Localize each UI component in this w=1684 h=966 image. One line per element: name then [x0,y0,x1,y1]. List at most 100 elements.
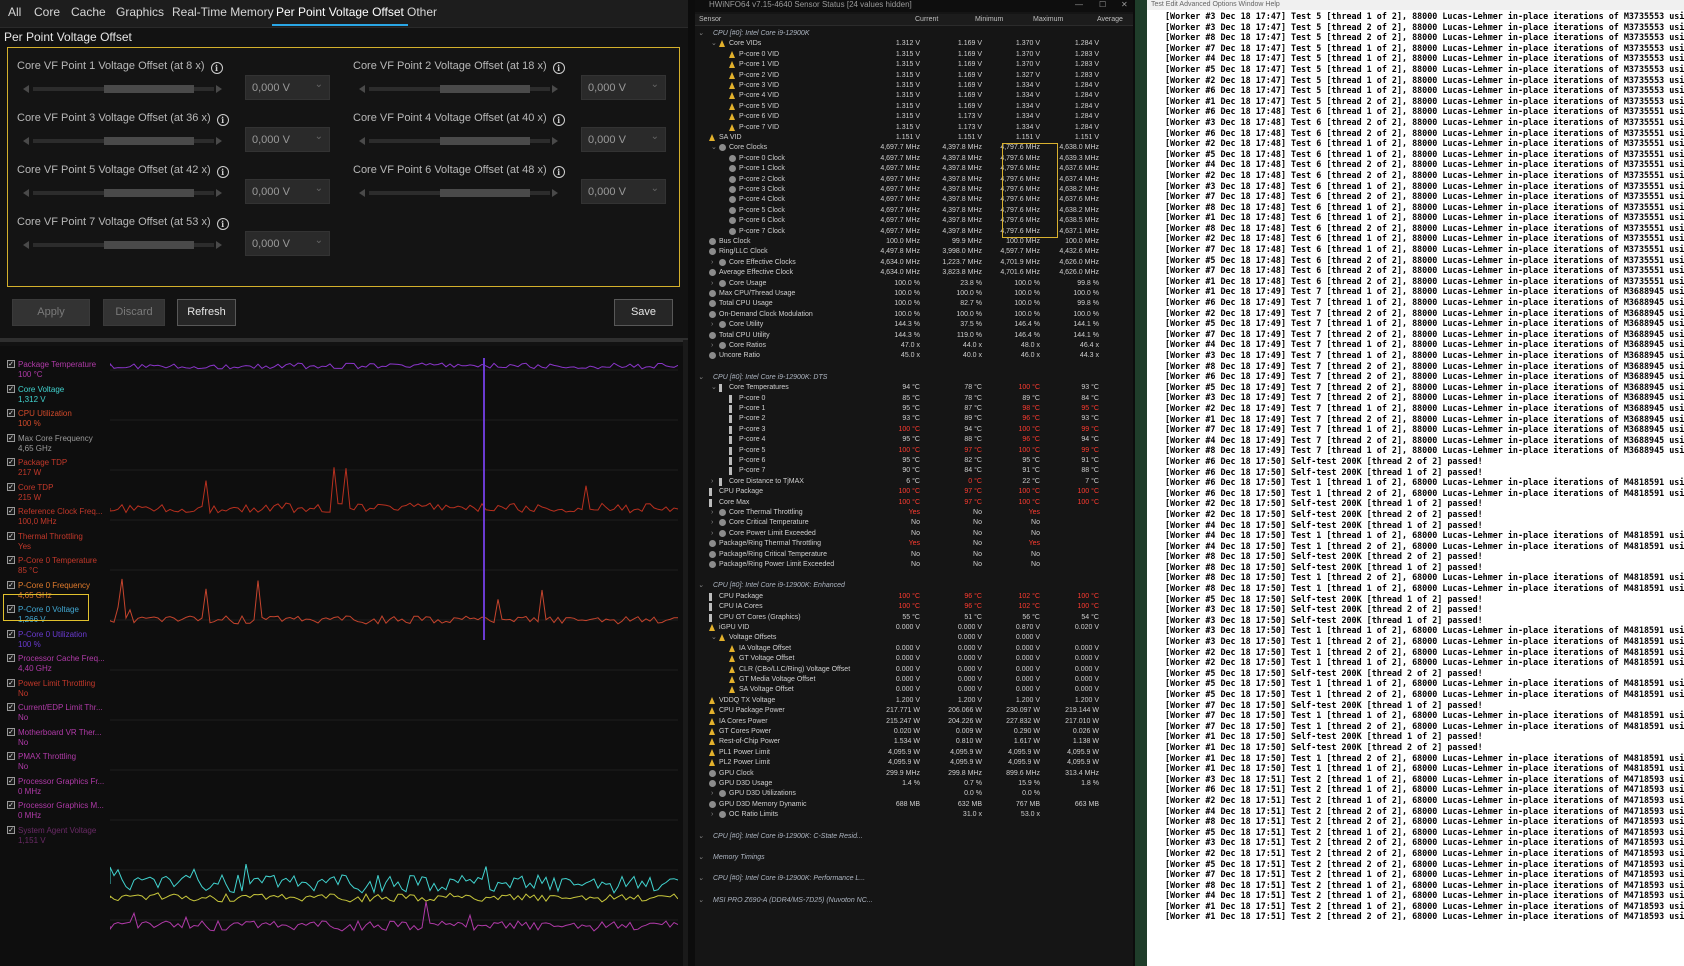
sensor-row[interactable]: SA VID 1.151 V 1.151 V 1.151 V 1.151 V [695,132,1133,143]
column-maximum[interactable]: Maximum [1033,16,1063,23]
sensor-row[interactable]: P-core 0 VID 1.315 V 1.169 V 1.370 V 1.283 V [695,49,1133,60]
chevron-down-icon[interactable]: ⌄ [711,142,717,153]
sensor-row[interactable]: P-core 0 85 °C 78 °C 89 °C 84 °C [695,393,1133,404]
info-icon[interactable]: i [552,166,565,178]
chevron-right-icon[interactable]: › [711,788,713,799]
sensor-group[interactable]: ⌄ CPU [#0]: Intel Core i9-12900K: DTS [695,372,1133,383]
sensor-row[interactable]: P-core 5 VID 1.315 V 1.169 V 1.334 V 1.284 V [695,101,1133,112]
sensor-row[interactable]: SA Voltage Offset 0.000 V 0.000 V 0.000 V 0.… [695,684,1133,695]
sensor-row[interactable]: P-core 5 100 °C 97 °C 100 °C 99 °C [695,445,1133,456]
checkbox[interactable]: ✓ [7,703,15,711]
chevron-down-icon[interactable]: ⌄ [711,38,717,49]
chevron-down-icon[interactable]: ⌄ [698,831,704,842]
apply-button[interactable]: Apply [12,299,90,326]
vf-point-4-slider[interactable] [353,136,558,146]
vf-point-4-value[interactable]: 0,000 V [581,127,666,152]
sensor-row[interactable]: P-core 7 VID 1.315 V 1.173 V 1.334 V 1.284 V [695,122,1133,133]
column-average[interactable]: Average [1097,16,1123,23]
sensor-row[interactable]: On-Demand Clock Modulation 100.0 % 100.0 %… [695,309,1133,320]
sensor-row[interactable]: Total CPU Usage 100.0 % 82.7 % 100.0 % 99.8 … [695,298,1133,309]
sensor-row[interactable]: P-core 6 95 °C 82 °C 95 °C 91 °C [695,455,1133,466]
scrollbar[interactable] [683,340,688,966]
checkbox[interactable]: ✓ [7,752,15,760]
save-button[interactable]: Save [614,299,673,326]
sensor-row[interactable]: Max CPU/Thread Usage 100.0 % 100.0 % 100.0 … [695,288,1133,299]
sensor-group[interactable]: ⌄ CPU [#0]: Intel Core i9-12900K: Perform… [695,873,1133,884]
checkbox[interactable]: ✓ [7,531,15,540]
chevron-down-icon[interactable]: ⌄ [698,852,704,863]
chevron-right-icon[interactable]: › [711,476,713,487]
sensor-row[interactable]: P-core 6 VID 1.315 V 1.173 V 1.334 V 1.284 V [695,111,1133,122]
vf-point-6-value[interactable]: 0,000 V [581,179,666,204]
vf-point-5-value[interactable]: 0,000 V [245,179,330,204]
sensor-row[interactable]: › Core Thermal Throttling Yes No Yes [695,507,1133,518]
tab-cache[interactable]: Cache [71,5,106,19]
sensor-row[interactable]: CPU Package 100 °C 97 °C 100 °C 100 °C [695,486,1133,497]
chevron-right-icon[interactable]: › [711,528,713,539]
sensor-row[interactable]: CPU IA Cores 100 °C 96 °C 102 °C 100 °C [695,601,1133,612]
sensor-row[interactable]: CLR (CBo/LLC/Ring) Voltage Offset 0.000 V… [695,664,1133,675]
sensor-row[interactable]: › Core Usage 100.0 % 23.8 % 100.0 % 99.8 % [695,278,1133,289]
sensor-row[interactable]: › Core Effective Clocks 4,634.0 MHz 1,223.7… [695,257,1133,268]
vf-point-2-value[interactable]: 0,000 V [581,75,666,100]
checkbox[interactable]: ✓ [7,384,15,393]
sensor-row[interactable]: P-core 1 VID 1.315 V 1.169 V 1.370 V 1.283 V [695,59,1133,70]
chevron-down-icon[interactable]: ⌄ [698,372,704,383]
sensor-row[interactable]: CPU GT Cores (Graphics) 55 °C 51 °C 56 °C 54… [695,612,1133,623]
sensor-row[interactable]: IA Voltage Offset 0.000 V 0.000 V 0.000 V 0.… [695,643,1133,654]
sensor-row[interactable]: Rest-of-Chip Power 1.534 W 0.810 W 1.617 W 1… [695,736,1133,747]
sensor-row[interactable]: › Core Ratios 47.0 x 44.0 x 48.0 x 46.4 x [695,340,1133,351]
sensor-row[interactable]: Package/Ring Thermal Throttling Yes No Yes [695,538,1133,549]
sensor-row[interactable]: P-core 3 VID 1.315 V 1.169 V 1.334 V 1.284 V [695,80,1133,91]
vf-point-7-slider[interactable] [17,240,222,250]
checkbox[interactable]: ✓ [7,678,15,687]
sensor-row[interactable]: P-core 2 VID 1.315 V 1.169 V 1.327 V 1.283 V [695,70,1133,81]
chevron-right-icon[interactable]: › [711,257,713,268]
sensor-row[interactable]: P-core 3 100 °C 94 °C 100 °C 99 °C [695,424,1133,435]
sensor-row[interactable]: P-core 4 95 °C 88 °C 96 °C 94 °C [695,434,1133,445]
sensor-group[interactable]: ⌄ MSI PRO Z690-A (DDR4/MS-7D25) (Nuvoton … [695,895,1133,906]
checkbox[interactable]: ✓ [7,801,15,809]
info-icon[interactable]: i [210,62,223,74]
sensor-row[interactable]: P-core 1 Clock 4,697.7 MHz 4,397.8 MHz 4,79… [695,163,1133,174]
sensor-row[interactable]: iGPU VID 0.000 V 0.000 V 0.870 V 0.020 V [695,622,1133,633]
sensor-group[interactable]: ⌄ CPU [#0]: Intel Core i9-12900K [695,28,1133,39]
chevron-down-icon[interactable]: ⌄ [711,632,717,643]
sensor-row[interactable]: GT Media Voltage Offset 0.000 V 0.000 V 0.0… [695,674,1133,685]
column-minimum[interactable]: Minimum [975,16,1003,23]
checkbox[interactable]: ✓ [7,776,15,785]
tab-all[interactable]: All [8,5,21,19]
tab-graphics[interactable]: Graphics [116,5,164,19]
tab-per-point-voltage-offset[interactable]: Per Point Voltage Offset [272,5,408,26]
chevron-down-icon[interactable]: ⌄ [698,580,704,591]
sensor-row[interactable]: P-core 7 Clock 4,697.7 MHz 4,397.8 MHz 4,79… [695,226,1133,237]
chevron-right-icon[interactable]: › [711,517,713,528]
sensor-row[interactable]: ⌄ Core VIDs 1.312 V 1.169 V 1.370 V 1.284 V [695,38,1133,49]
sensor-row[interactable]: PL1 Power Limit 4,095.9 W 4,095.9 W 4,095.9… [695,747,1133,758]
info-icon[interactable]: i [216,166,229,178]
column-current[interactable]: Current [915,16,938,23]
sensor-row[interactable]: ⌄ Core Temperatures 94 °C 78 °C 100 °C 93 °C [695,382,1133,393]
chevron-right-icon[interactable]: › [711,319,713,330]
prime95-menu-bar[interactable]: Test Edit Advanced Options Window Help [1147,0,1684,10]
checkbox[interactable]: ✓ [7,482,15,491]
checkbox[interactable]: ✓ [7,629,15,638]
close-icon[interactable]: ✕ [1121,0,1128,10]
sensor-row[interactable]: Ring/LLC Clock 4,497.8 MHz 3,998.0 MHz 4,59… [695,246,1133,257]
vf-point-1-slider[interactable] [17,84,222,94]
sensor-row[interactable]: Total CPU Utility 144.3 % 119.0 % 146.4 % 14… [695,330,1133,341]
sensor-row[interactable]: VDDQ TX Voltage 1.200 V 1.200 V 1.200 V 1.20… [695,695,1133,706]
chevron-right-icon[interactable]: › [711,507,713,518]
discard-button[interactable]: Discard [103,299,165,326]
sensor-row[interactable]: P-core 4 VID 1.315 V 1.169 V 1.334 V 1.284 V [695,90,1133,101]
checkbox[interactable]: ✓ [7,507,15,515]
sensor-row[interactable]: GPU D3D Usage 1.4 % 0.7 % 15.9 % 1.8 % [695,778,1133,789]
sensor-row[interactable]: › Core Critical Temperature No No No [695,517,1133,528]
sensor-row[interactable]: GPU Clock 299.9 MHz 299.8 MHz 899.6 MHz 313.… [695,768,1133,779]
sensor-row[interactable]: Uncore Ratio 45.0 x 40.0 x 46.0 x 44.3 x [695,350,1133,361]
vf-point-1-value[interactable]: 0,000 V [245,75,330,100]
sensor-group[interactable]: ⌄ CPU [#0]: Intel Core i9-12900K: Enhance… [695,580,1133,591]
vf-point-3-value[interactable]: 0,000 V [245,127,330,152]
sensor-row[interactable]: › Core Power Limit Exceeded No No No [695,528,1133,539]
sensor-row[interactable]: Package/Ring Critical Temperature No No No [695,549,1133,560]
